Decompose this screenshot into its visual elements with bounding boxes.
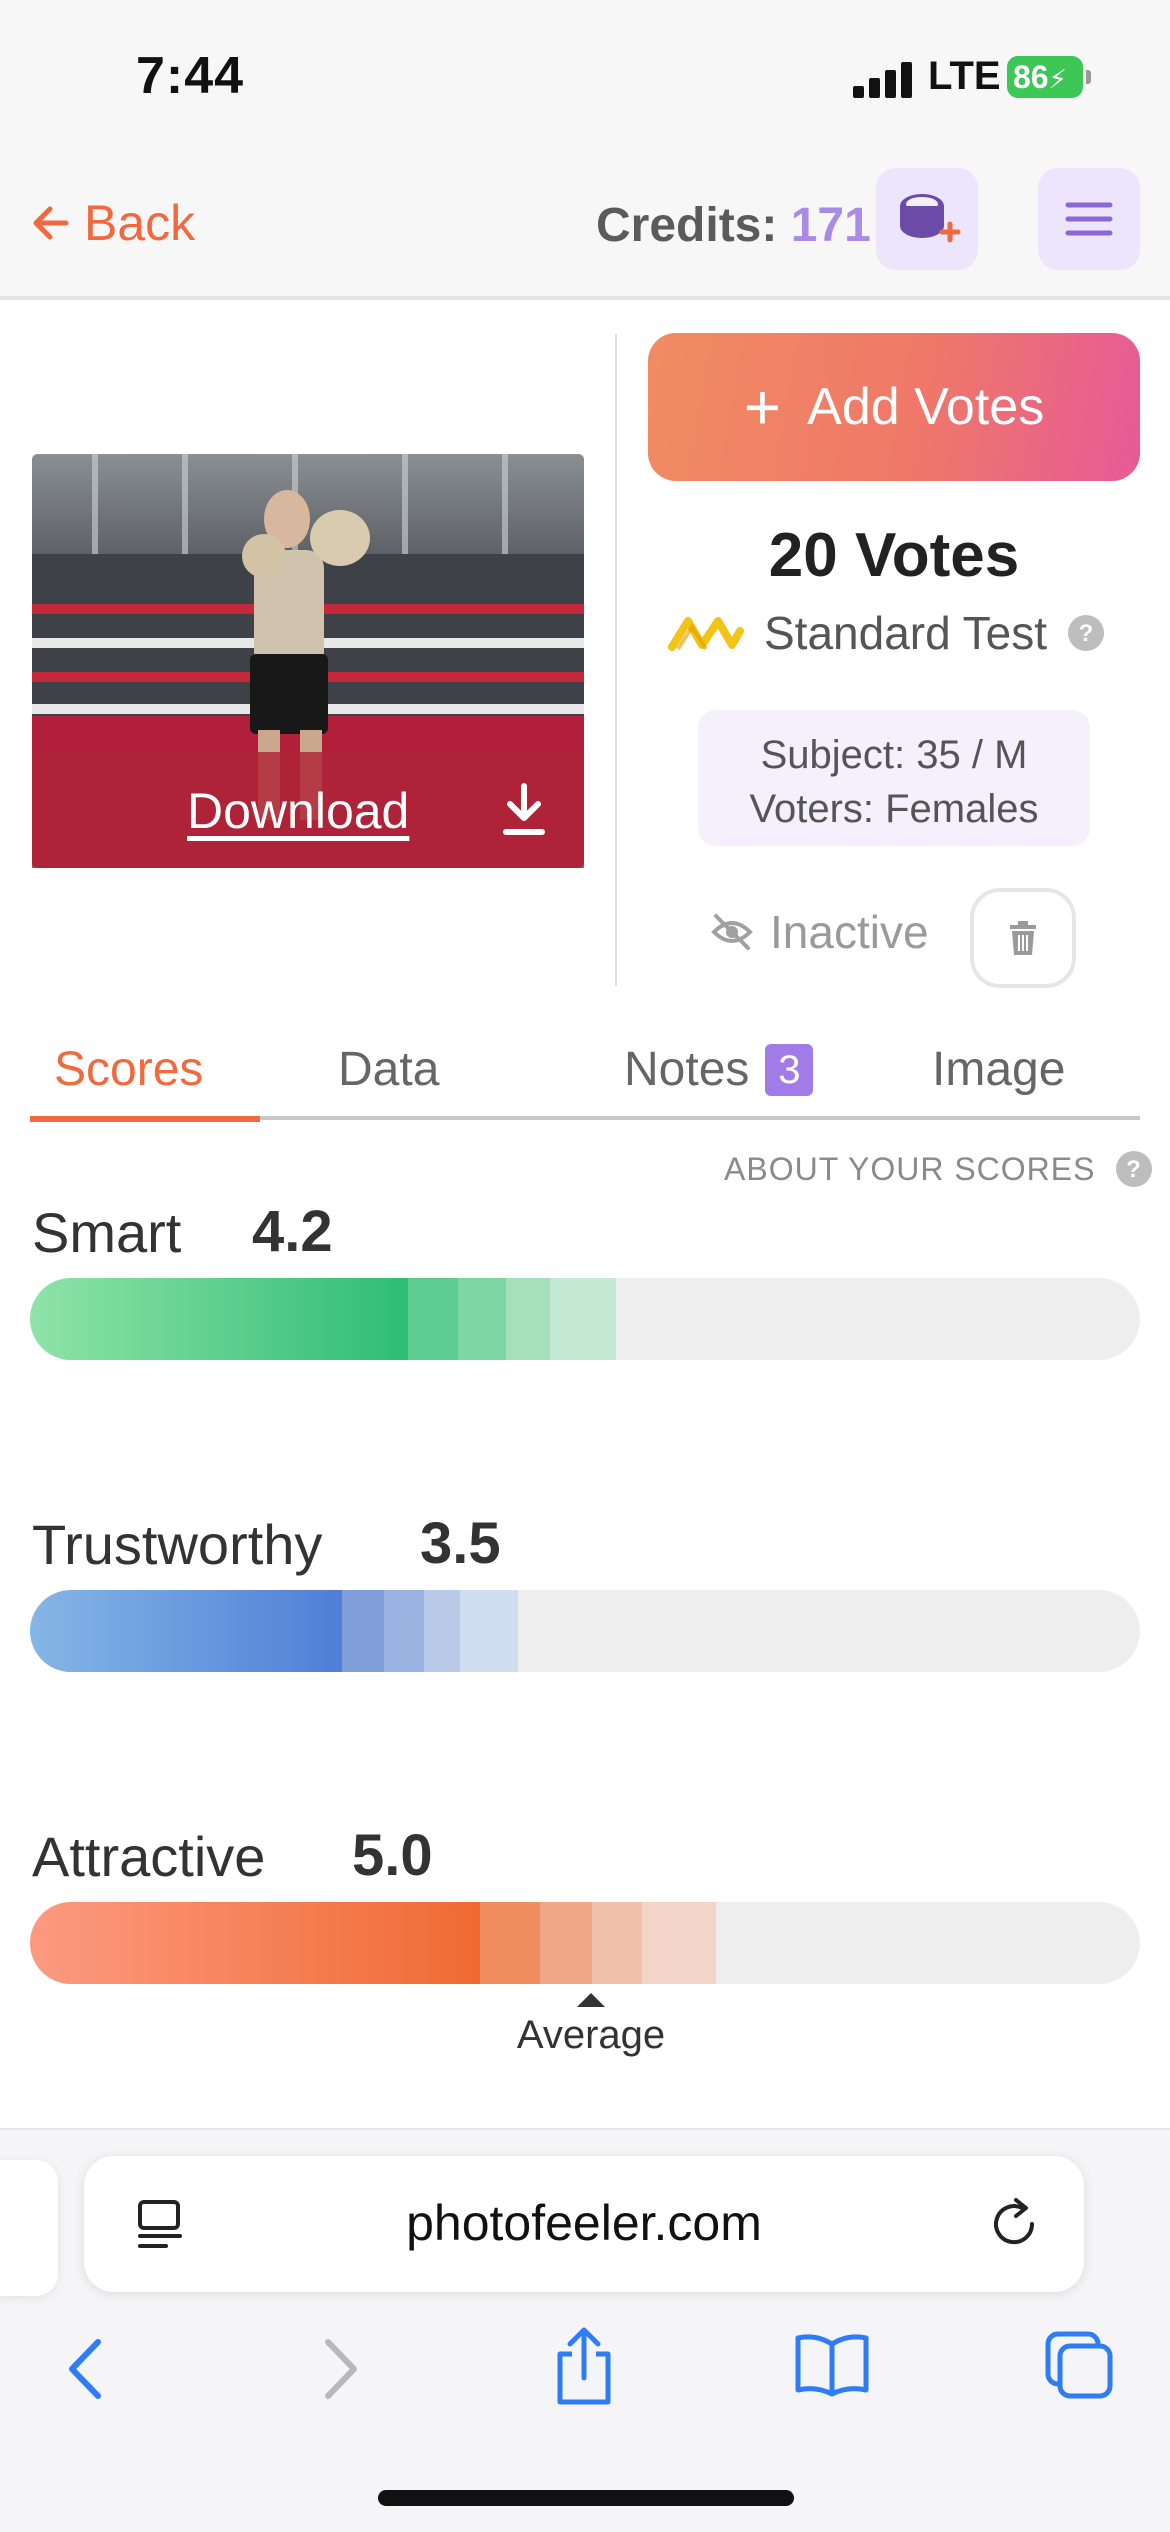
status-bar: 7:44 LTE 86⚡ — [0, 0, 1170, 150]
browser-forward-icon[interactable] — [318, 2336, 362, 2402]
previous-tab-card[interactable] — [0, 2160, 58, 2296]
score-bar-attractive — [30, 1902, 1140, 1984]
score-value-smart: 4.2 — [252, 1199, 333, 1264]
url-bar[interactable]: photofeeler.com — [84, 2156, 1084, 2292]
url-text: photofeeler.com — [406, 2195, 762, 2251]
notes-count-badge: 3 — [765, 1043, 814, 1096]
tab-notes-label: Notes — [624, 1043, 750, 1096]
active-tab-indicator — [30, 1116, 260, 1122]
boxing-glove — [242, 534, 286, 578]
svg-text:?: ? — [1079, 620, 1094, 647]
download-button[interactable]: Download — [32, 752, 584, 868]
average-label: Average — [516, 2013, 666, 2057]
battery-icon: 86⚡ — [1007, 56, 1083, 98]
coins-plus-icon — [900, 194, 961, 243]
download-label: Download — [187, 783, 410, 839]
status-label: Inactive — [770, 906, 929, 958]
buy-credits-button[interactable] — [876, 168, 978, 270]
average-marker: Average — [506, 1993, 676, 2058]
credits-label: Credits: — [596, 199, 791, 252]
browser-back-icon[interactable] — [64, 2336, 108, 2402]
zigzag-icon — [668, 617, 744, 651]
app-header: Back Credits: 171 — [0, 150, 1170, 300]
download-icon — [503, 783, 545, 835]
voters-line: Voters: Females — [749, 787, 1039, 831]
back-button[interactable]: Back — [30, 194, 195, 252]
score-bar-trustworthy — [30, 1590, 1140, 1672]
status-time: 7:44 — [136, 47, 245, 105]
battery-cap — [1086, 70, 1091, 84]
add-votes-button[interactable]: + Add Votes — [648, 333, 1140, 481]
tabs-icon[interactable] — [1044, 2330, 1114, 2400]
subject-line: Subject: 35 / M — [760, 733, 1028, 777]
hamburger-icon — [1065, 202, 1113, 236]
help-icon[interactable]: ? — [1067, 614, 1105, 652]
about-scores-link[interactable]: ABOUT YOUR SCORES ? — [724, 1150, 1153, 1188]
add-votes-label: Add Votes — [807, 378, 1045, 436]
battery-level: 86 — [1013, 59, 1049, 95]
tab-notes[interactable]: Notes 3 — [624, 1042, 814, 1097]
score-label-trustworthy: Trustworthy — [32, 1513, 323, 1576]
browser-toolbar: photofeeler.com — [0, 2128, 1170, 2532]
tab-scores[interactable]: Scores — [54, 1042, 203, 1097]
home-indicator — [378, 2490, 794, 2506]
help-icon: ? — [1116, 1151, 1153, 1187]
network-label: LTE — [928, 54, 1001, 98]
back-label: Back — [84, 195, 196, 251]
menu-button[interactable] — [1038, 168, 1140, 270]
score-bar-smart — [30, 1278, 1140, 1360]
eye-slash-icon — [711, 914, 753, 950]
bookmarks-icon[interactable] — [794, 2332, 870, 2398]
boxing-glove — [310, 510, 370, 566]
plus-icon: + — [743, 371, 782, 443]
score-value-trustworthy: 3.5 — [420, 1511, 501, 1576]
credits-display: Credits: 171 — [596, 198, 871, 253]
test-type-row: Standard Test ? — [668, 606, 1118, 660]
votes-count: 20 Votes — [768, 521, 1020, 590]
share-icon[interactable] — [552, 2326, 616, 2406]
trash-icon — [1010, 921, 1036, 955]
tab-image[interactable]: Image — [932, 1042, 1065, 1097]
svg-text:?: ? — [1127, 1156, 1143, 1183]
signal-icon — [853, 62, 913, 98]
arrow-left-icon — [33, 206, 69, 240]
tab-data[interactable]: Data — [338, 1042, 439, 1097]
score-label-smart: Smart — [32, 1201, 182, 1264]
score-label-attractive: Attractive — [32, 1825, 266, 1888]
vertical-divider — [615, 334, 617, 986]
test-status: Inactive — [710, 905, 929, 959]
delete-button[interactable] — [970, 888, 1076, 988]
test-type-label: Standard Test — [764, 607, 1048, 659]
credits-value: 171 — [790, 199, 871, 252]
tab-bar: Scores Data Notes 3 Image — [30, 1030, 1140, 1122]
caret-up-icon — [577, 1993, 605, 2007]
reload-icon[interactable] — [986, 2196, 1042, 2252]
subject-info-box: Subject: 35 / M Voters: Females — [698, 710, 1090, 846]
about-scores-label: ABOUT YOUR SCORES — [724, 1150, 1096, 1187]
score-value-attractive: 5.0 — [352, 1823, 433, 1888]
person-shorts — [250, 654, 328, 734]
